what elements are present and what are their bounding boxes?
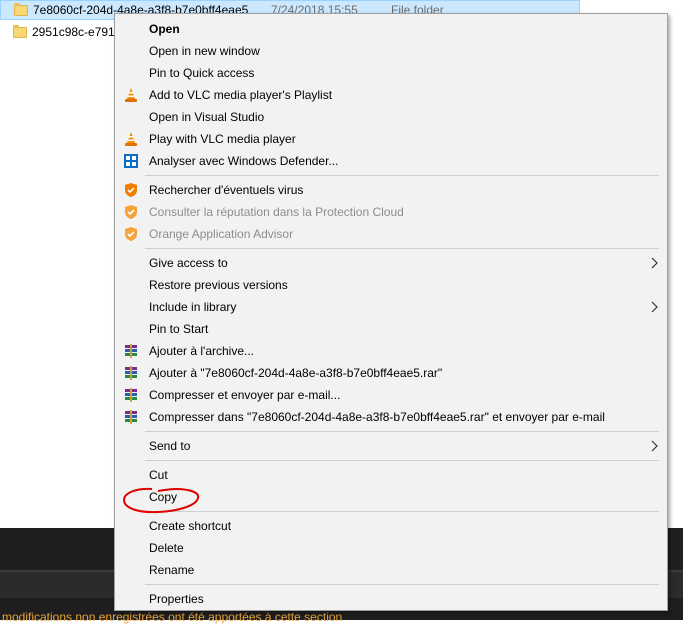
menu-item-label: Cut — [149, 468, 168, 482]
chevron-right-icon — [651, 257, 658, 269]
menu-item-label: Compresser et envoyer par e-mail... — [149, 388, 341, 402]
menu-item-compresser-email[interactable]: Compresser et envoyer par e-mail... — [115, 384, 667, 406]
file-name: 2951c98c-e791- — [32, 25, 119, 39]
menu-item-vlc-playlist[interactable]: Add to VLC media player's Playlist — [115, 84, 667, 106]
winrar-books-icon — [125, 410, 137, 424]
menu-separator — [145, 175, 659, 176]
menu-item-give-access[interactable]: Give access to — [115, 252, 667, 274]
menu-item-pin-start[interactable]: Pin to Start — [115, 318, 667, 340]
menu-item-open[interactable]: Open — [115, 18, 667, 40]
menu-item-restore-versions[interactable]: Restore previous versions — [115, 274, 667, 296]
menu-item-create-shortcut[interactable]: Create shortcut — [115, 515, 667, 537]
menu-item-ajouter-archive[interactable]: Ajouter à l'archive... — [115, 340, 667, 362]
menu-separator — [145, 248, 659, 249]
menu-item-compresser-rar-email[interactable]: Compresser dans "7e8060cf-204d-4a8e-a3f8… — [115, 406, 667, 428]
folder-icon — [14, 2, 28, 16]
vlc-cone-icon — [125, 132, 137, 146]
menu-item-label: Copy — [149, 490, 178, 504]
menu-item-label: Compresser dans "7e8060cf-204d-4a8e-a3f8… — [149, 410, 605, 424]
menu-item-vlc-play[interactable]: Play with VLC media player — [115, 128, 667, 150]
windows-defender-icon — [124, 154, 138, 168]
menu-separator — [145, 460, 659, 461]
menu-item-cut[interactable]: Cut — [115, 464, 667, 486]
menu-item-label: Play with VLC media player — [149, 132, 296, 146]
menu-item-label: Consulter la réputation dans la Protecti… — [149, 205, 404, 219]
winrar-books-icon — [125, 388, 137, 402]
menu-item-label: Create shortcut — [149, 519, 232, 533]
menu-item-orange-advisor: Orange Application Advisor — [115, 223, 667, 245]
menu-separator — [145, 431, 659, 432]
menu-item-label: Restore previous versions — [149, 278, 288, 292]
menu-separator — [145, 584, 659, 585]
menu-item-pin-quick-access[interactable]: Pin to Quick access — [115, 62, 667, 84]
menu-item-consulter-reputation: Consulter la réputation dans la Protecti… — [115, 201, 667, 223]
context-menu: Open Open in new window Pin to Quick acc… — [114, 13, 668, 611]
menu-item-label: Send to — [149, 439, 191, 453]
winrar-books-icon — [125, 366, 137, 380]
menu-item-label: Analyser avec Windows Defender... — [149, 154, 339, 168]
antivirus-shield-icon — [125, 183, 137, 197]
folder-icon — [13, 24, 27, 38]
menu-item-label: Open in Visual Studio — [149, 110, 265, 124]
menu-item-label: Ajouter à l'archive... — [149, 344, 255, 358]
menu-separator — [145, 511, 659, 512]
menu-item-label: Open — [149, 22, 180, 36]
menu-item-include-library[interactable]: Include in library — [115, 296, 667, 318]
antivirus-shield-icon — [125, 205, 137, 219]
chevron-right-icon — [651, 301, 658, 313]
menu-item-label: Rename — [149, 563, 195, 577]
menu-item-label: Ajouter à "7e8060cf-204d-4a8e-a3f8-b7e0b… — [149, 366, 443, 380]
vlc-cone-icon — [125, 88, 137, 102]
menu-item-label: Delete — [149, 541, 184, 555]
menu-item-send-to[interactable]: Send to — [115, 435, 667, 457]
menu-item-windows-defender[interactable]: Analyser avec Windows Defender... — [115, 150, 667, 172]
menu-item-label: Pin to Quick access — [149, 66, 255, 80]
antivirus-shield-icon — [125, 227, 137, 241]
menu-item-ajouter-rar[interactable]: Ajouter à "7e8060cf-204d-4a8e-a3f8-b7e0b… — [115, 362, 667, 384]
menu-item-label: Orange Application Advisor — [149, 227, 294, 241]
menu-item-copy[interactable]: Copy — [115, 486, 667, 508]
menu-item-label: Add to VLC media player's Playlist — [149, 88, 333, 102]
menu-item-rename[interactable]: Rename — [115, 559, 667, 581]
chevron-right-icon — [651, 440, 658, 452]
winrar-books-icon — [125, 344, 137, 358]
menu-item-rechercher-virus[interactable]: Rechercher d'éventuels virus — [115, 179, 667, 201]
menu-item-label: Properties — [149, 592, 204, 606]
menu-item-open-new-window[interactable]: Open in new window — [115, 40, 667, 62]
menu-item-label: Open in new window — [149, 44, 260, 58]
menu-item-label: Pin to Start — [149, 322, 209, 336]
menu-item-open-visual-studio[interactable]: Open in Visual Studio — [115, 106, 667, 128]
menu-item-label: Give access to — [149, 256, 228, 270]
menu-item-properties[interactable]: Properties — [115, 588, 667, 610]
status-message: modifications non enregistrées ont été a… — [2, 610, 343, 624]
menu-item-delete[interactable]: Delete — [115, 537, 667, 559]
menu-item-label: Include in library — [149, 300, 237, 314]
menu-item-label: Rechercher d'éventuels virus — [149, 183, 304, 197]
